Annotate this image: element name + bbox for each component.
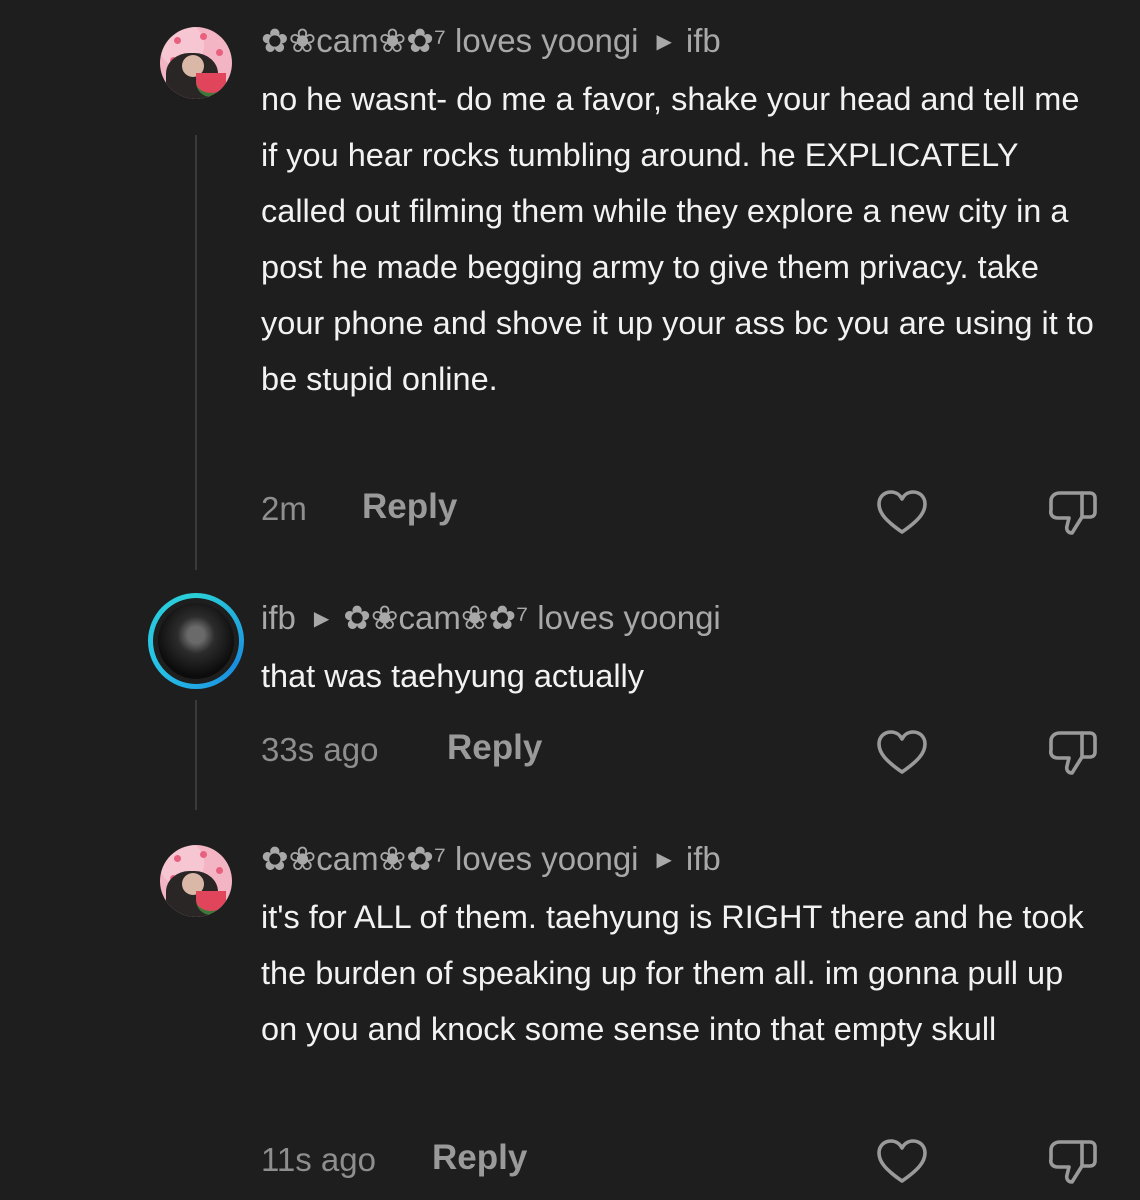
- heart-icon[interactable]: [876, 1138, 928, 1186]
- comment-thread: ✿❀cam❀✿⁷ loves yoongi ▶ ifb no he wasnt- d…: [0, 0, 1140, 1200]
- thumbs-down-icon[interactable]: [1046, 729, 1098, 777]
- reply-button[interactable]: Reply: [432, 1138, 527, 1178]
- thumbs-down-icon[interactable]: [1046, 1138, 1098, 1186]
- avatar[interactable]: [148, 593, 244, 689]
- comment-timestamp: 33s ago: [261, 731, 379, 768]
- reply-to-name[interactable]: ifb: [686, 840, 721, 877]
- reply-arrow-icon: ▶: [656, 31, 672, 53]
- reply-button[interactable]: Reply: [447, 728, 542, 768]
- comment-timestamp: 2m: [261, 490, 307, 527]
- comment-timestamp: 11s ago: [261, 1141, 376, 1178]
- reply-to-name[interactable]: ifb: [686, 22, 721, 59]
- author-name[interactable]: ✿❀cam❀✿⁷ loves yoongi: [261, 840, 639, 877]
- reply-to-name[interactable]: ✿❀cam❀✿⁷ loves yoongi: [343, 599, 721, 636]
- comment-text: that was taehyung actually: [261, 658, 645, 694]
- thumbs-down-icon[interactable]: [1046, 489, 1098, 537]
- reply-arrow-icon: ▶: [313, 608, 330, 630]
- heart-icon[interactable]: [876, 489, 928, 537]
- comment-header: ✿❀cam❀✿⁷ loves yoongi ▶ ifb: [261, 839, 721, 880]
- reply-button[interactable]: Reply: [362, 487, 457, 527]
- author-name[interactable]: ifb: [261, 599, 296, 636]
- thread-line: [195, 135, 197, 570]
- avatar[interactable]: [160, 27, 232, 99]
- author-name[interactable]: ✿❀cam❀✿⁷ loves yoongi: [261, 22, 639, 59]
- comment-text: it's for ALL of them. taehyung is RIGHT …: [261, 899, 1084, 1047]
- comment-header: ✿❀cam❀✿⁷ loves yoongi ▶ ifb: [261, 21, 721, 62]
- avatar[interactable]: [160, 845, 232, 917]
- heart-icon[interactable]: [876, 729, 928, 777]
- comment-text: no he wasnt- do me a favor, shake your h…: [261, 81, 1094, 397]
- comment-header: ifb ▶ ✿❀cam❀✿⁷ loves yoongi: [261, 598, 721, 639]
- reply-arrow-icon: ▶: [656, 849, 672, 871]
- thread-line: [195, 700, 197, 810]
